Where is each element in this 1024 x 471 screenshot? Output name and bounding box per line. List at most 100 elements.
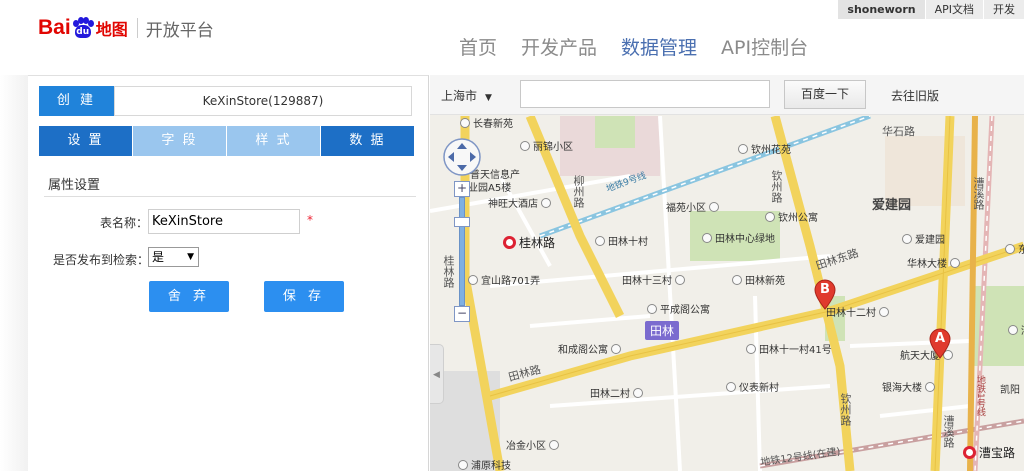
- create-button[interactable]: 创 建: [39, 86, 114, 116]
- poi-label[interactable]: 田林十一村41号: [746, 341, 832, 356]
- publish-select[interactable]: 是 ▼: [148, 247, 199, 267]
- poi-label[interactable]: 田林新苑: [732, 272, 785, 287]
- save-button[interactable]: 保 存: [264, 281, 344, 312]
- building-icon: [647, 303, 657, 314]
- table-name-input[interactable]: [148, 209, 300, 234]
- building-icon: [732, 274, 742, 285]
- road-label: 华石路: [882, 125, 915, 138]
- publish-label: 是否发布到检索：: [53, 253, 150, 267]
- poi-label[interactable]: 银海大楼: [882, 379, 938, 394]
- poi-label[interactable]: 丽锦小区: [520, 138, 573, 153]
- metro-station-caobao[interactable]: 漕宝路: [963, 444, 1015, 461]
- poi-label[interactable]: 田林十三村: [622, 272, 688, 287]
- old-version-link[interactable]: 去往旧版: [891, 87, 939, 104]
- map-marker-b[interactable]: B: [813, 279, 837, 310]
- poi-label[interactable]: 漕: [1008, 322, 1024, 337]
- poi-label: 爱建园: [872, 198, 912, 213]
- building-icon: [595, 235, 605, 246]
- poi-label[interactable]: 长春新苑: [460, 115, 513, 130]
- building-icon: [1008, 324, 1018, 335]
- zoom-out-button[interactable]: −: [454, 306, 470, 322]
- poi-label[interactable]: 福苑小区: [666, 199, 722, 214]
- poi-label[interactable]: 华林大楼: [907, 255, 963, 270]
- poi-label[interactable]: 神旺大酒店: [488, 195, 554, 210]
- building-icon: [1005, 243, 1015, 254]
- nav-api-console[interactable]: API控制台: [721, 33, 808, 60]
- poi-label[interactable]: 田林十村: [595, 233, 648, 248]
- tianlin-area-badge: 田林: [645, 321, 680, 340]
- building-icon: [468, 274, 478, 285]
- building-icon: [950, 257, 960, 268]
- poi-label: 凯阳: [1000, 385, 1020, 396]
- road-label: 桂林路: [442, 255, 455, 288]
- poi-label[interactable]: 仪表新村: [726, 379, 779, 394]
- road-label: 钦州路: [839, 393, 852, 426]
- building-icon: [726, 381, 736, 392]
- poi-label[interactable]: 宜山路701弄: [468, 272, 540, 287]
- building-icon: [460, 117, 470, 128]
- building-icon: [633, 387, 643, 398]
- poi-label[interactable]: 东宇: [1005, 241, 1024, 256]
- tab-data[interactable]: 数 据: [321, 126, 414, 156]
- logo-du: du: [74, 25, 91, 38]
- table-name-label: 表名称：: [100, 216, 149, 230]
- top-links: shoneworn API文档 开发: [838, 0, 1024, 19]
- dev-link[interactable]: 开发: [983, 0, 1024, 19]
- metro-station-guilin[interactable]: 桂林路: [503, 234, 555, 251]
- city-name: 上海市: [441, 89, 478, 103]
- tab-settings[interactable]: 设 置: [39, 126, 132, 156]
- building-icon: [879, 306, 889, 317]
- logo-map-text: 地图: [95, 20, 128, 39]
- main-nav: 首页 开发产品 数据管理 API控制台: [459, 33, 832, 60]
- zoom-slider-handle[interactable]: [454, 217, 470, 227]
- logo-divider: [136, 18, 138, 38]
- pan-control[interactable]: [442, 137, 482, 177]
- poi-label[interactable]: 冶金小区: [506, 437, 562, 452]
- tab-style[interactable]: 样 式: [227, 126, 320, 156]
- nav-home[interactable]: 首页: [459, 33, 497, 60]
- baidu-map-logo[interactable]: Bai du 地图 开放平台: [38, 12, 214, 44]
- poi-label[interactable]: 平成阁公寓: [647, 301, 710, 316]
- metro-icon: [503, 236, 516, 249]
- header: Bai du 地图 开放平台 shoneworn API文档 开发 首页 开发产…: [0, 0, 1024, 75]
- logo-bai: Bai: [38, 16, 71, 39]
- poi-label[interactable]: 田林中心绿地: [702, 230, 775, 245]
- poi-label[interactable]: 钦州花苑: [738, 141, 791, 156]
- nav-data-management[interactable]: 数据管理: [621, 33, 697, 60]
- api-docs-link[interactable]: API文档: [924, 0, 983, 19]
- panel-tabs: 设 置 字 段 样 式 数 据: [39, 126, 414, 156]
- settings-panel: 创 建 KeXinStore(129887) 设 置 字 段 样 式 数 据 属…: [28, 75, 429, 471]
- poi-label[interactable]: 浦原科技: [458, 457, 511, 471]
- left-gutter: [0, 75, 28, 471]
- building-icon: [902, 233, 912, 244]
- city-selector[interactable]: 上海市 ▼: [441, 87, 492, 104]
- map-search-button[interactable]: 百度一下: [784, 80, 866, 109]
- poi-label[interactable]: 爱建园: [902, 231, 945, 246]
- required-mark: *: [307, 213, 313, 227]
- poi-label[interactable]: 钦州公寓: [765, 209, 818, 224]
- map-search-input[interactable]: [520, 80, 770, 108]
- publish-select-value: 是: [152, 250, 165, 264]
- user-name-link[interactable]: shoneworn: [838, 0, 925, 19]
- poi-label[interactable]: 田林二村: [590, 385, 646, 400]
- road-label: 钦州路: [770, 170, 783, 203]
- poi-label[interactable]: 和成阁公寓: [558, 341, 624, 356]
- building-icon: [746, 343, 756, 354]
- building-icon: [458, 459, 468, 470]
- map-block-green: [595, 116, 635, 148]
- road-label: 漕溪路: [972, 177, 985, 210]
- discard-button[interactable]: 舍 弃: [149, 281, 229, 312]
- zoom-slider-track[interactable]: [459, 197, 465, 306]
- logo-platform-text: 开放平台: [145, 20, 214, 41]
- caret-down-icon: ▼: [485, 93, 492, 103]
- map-marker-a[interactable]: A: [928, 328, 952, 359]
- park-icon: [702, 232, 712, 243]
- section-title: 属性设置: [48, 178, 101, 193]
- tab-fields[interactable]: 字 段: [133, 126, 226, 156]
- collapse-panel-handle[interactable]: ◀: [430, 344, 444, 404]
- building-icon: [738, 143, 748, 154]
- map-area[interactable]: 上海市 ▼ 百度一下 去往旧版 华石路 田林东路 田林路 钦州路 钦州路 漕溪路…: [430, 75, 1024, 471]
- building-icon: [549, 439, 559, 450]
- zoom-in-button[interactable]: +: [454, 181, 470, 197]
- nav-products[interactable]: 开发产品: [521, 33, 597, 60]
